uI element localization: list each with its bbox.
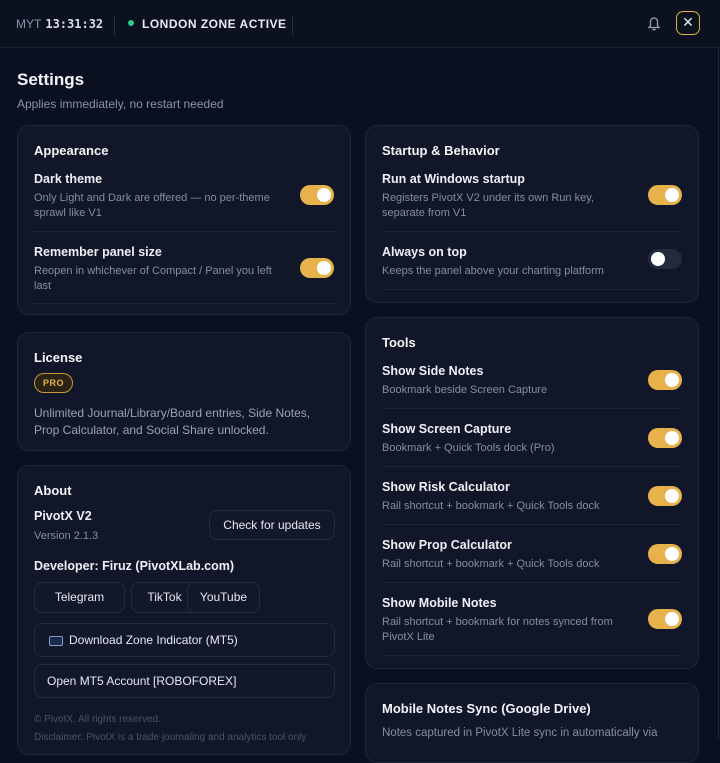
setting-description: Bookmark + Quick Tools dock (Pro) [382, 442, 555, 454]
close-icon: ✕ [682, 14, 694, 30]
clock-display: MYT 13:31:32 [16, 17, 103, 31]
setting-title: Remember panel size [34, 245, 162, 259]
setting-title: Show Screen Capture [382, 422, 512, 436]
timezone-label: MYT [16, 17, 42, 31]
setting-description: Rail shortcut + bookmark + Quick Tools d… [382, 558, 600, 570]
pro-badge: PRO [34, 373, 74, 393]
setting-row-side-notes: Show Side Notes Bookmark beside Screen C… [382, 362, 682, 409]
disclaimer-text: Disclaimer: PivotX is a trade journaling… [34, 732, 307, 743]
risk-calculator-toggle[interactable] [648, 486, 682, 506]
divider [114, 15, 115, 35]
zone-status-dot [128, 20, 134, 26]
card-title: Tools [382, 335, 416, 350]
card-title: License [34, 350, 83, 365]
about-card: About PivotX V2 Version 2.1.3 Check for … [17, 465, 351, 755]
remember-panel-size-toggle[interactable] [300, 258, 334, 278]
side-notes-toggle[interactable] [648, 370, 682, 390]
run-at-startup-toggle[interactable] [648, 185, 682, 205]
card-title: Appearance [34, 143, 109, 158]
tools-card: Tools Show Side Notes Bookmark beside Sc… [365, 317, 699, 669]
developer-text: Developer: Firuz (PivotXLab.com) [34, 559, 235, 573]
setting-title: Show Side Notes [382, 364, 484, 378]
open-mt5-account-button[interactable]: Open MT5 Account [ROBOFOREX] [34, 664, 335, 698]
setting-row-mobile-notes: Show Mobile Notes Rail shortcut + bookma… [382, 594, 682, 656]
setting-title: Run at Windows startup [382, 172, 525, 186]
check-updates-button[interactable]: Check for updates [209, 510, 335, 540]
setting-title: Show Mobile Notes [382, 596, 497, 610]
card-title: About [34, 483, 72, 498]
close-button[interactable]: ✕ [676, 11, 700, 35]
dark-theme-toggle[interactable] [300, 185, 334, 205]
zone-status: LONDON ZONE ACTIVE [142, 17, 287, 31]
setting-row-always-on-top: Always on top Keeps the panel above your… [382, 243, 682, 290]
mobile-sync-card: Mobile Notes Sync (Google Drive) Notes c… [365, 683, 699, 763]
setting-title: Show Risk Calculator [382, 480, 510, 494]
setting-description: Keeps the panel above your charting plat… [382, 265, 604, 277]
card-title: Startup & Behavior [382, 143, 500, 158]
clock-time: 13:31:32 [45, 17, 104, 31]
setting-description: Reopen in whichever of Compact / Panel y… [34, 265, 272, 292]
setting-title: Always on top [382, 245, 467, 259]
setting-description: Only Light and Dark are offered — no per… [34, 192, 270, 219]
always-on-top-toggle[interactable] [648, 249, 682, 269]
prop-calculator-toggle[interactable] [648, 544, 682, 564]
page-subtitle: Applies immediately, no restart needed [17, 97, 224, 111]
setting-description: Bookmark beside Screen Capture [382, 384, 548, 396]
download-label: Download Zone Indicator (MT5) [69, 633, 238, 647]
divider [292, 15, 293, 35]
setting-title: Dark theme [34, 172, 103, 186]
setting-row-risk-calculator: Show Risk Calculator Rail shortcut + boo… [382, 478, 682, 525]
appearance-card: Appearance Dark theme Only Light and Dar… [17, 125, 351, 315]
license-card: License PRO Unlimited Journal/Library/Bo… [17, 332, 351, 451]
version-text: Version 2.1.3 [34, 530, 99, 542]
card-title: Mobile Notes Sync (Google Drive) [382, 701, 591, 716]
download-icon [49, 635, 63, 646]
setting-row-dark-theme: Dark theme Only Light and Dark are offer… [34, 170, 334, 232]
setting-row-screen-capture: Show Screen Capture Bookmark + Quick Too… [382, 420, 682, 467]
bell-icon[interactable] [646, 16, 662, 32]
product-name: PivotX V2 [34, 509, 92, 523]
mobile-notes-toggle[interactable] [648, 609, 682, 629]
setting-row-prop-calculator: Show Prop Calculator Rail shortcut + boo… [382, 536, 682, 583]
page-title: Settings [17, 70, 85, 89]
startup-card: Startup & Behavior Run at Windows startu… [365, 125, 699, 303]
copyright-text: © PivotX. All rights reserved. [34, 714, 161, 725]
youtube-link[interactable]: YouTube [187, 582, 260, 613]
setting-title: Show Prop Calculator [382, 538, 512, 552]
setting-row-remember-size: Remember panel size Reopen in whichever … [34, 243, 334, 304]
setting-description: Rail shortcut + bookmark for notes synce… [382, 616, 613, 643]
screen-capture-toggle[interactable] [648, 428, 682, 448]
setting-row-run-at-startup: Run at Windows startup Registers PivotX … [382, 170, 682, 232]
license-description: Unlimited Journal/Library/Board entries,… [34, 406, 311, 437]
setting-description: Registers PivotX V2 under its own Run ke… [382, 192, 594, 219]
download-zone-indicator-button[interactable]: Download Zone Indicator (MT5) [34, 623, 335, 657]
mobile-sync-description: Notes captured in PivotX Lite sync in au… [382, 727, 658, 739]
top-bar: MYT 13:31:32 LONDON ZONE ACTIVE ✕ [0, 0, 720, 48]
setting-description: Rail shortcut + bookmark + Quick Tools d… [382, 500, 600, 512]
telegram-link[interactable]: Telegram [34, 582, 125, 613]
